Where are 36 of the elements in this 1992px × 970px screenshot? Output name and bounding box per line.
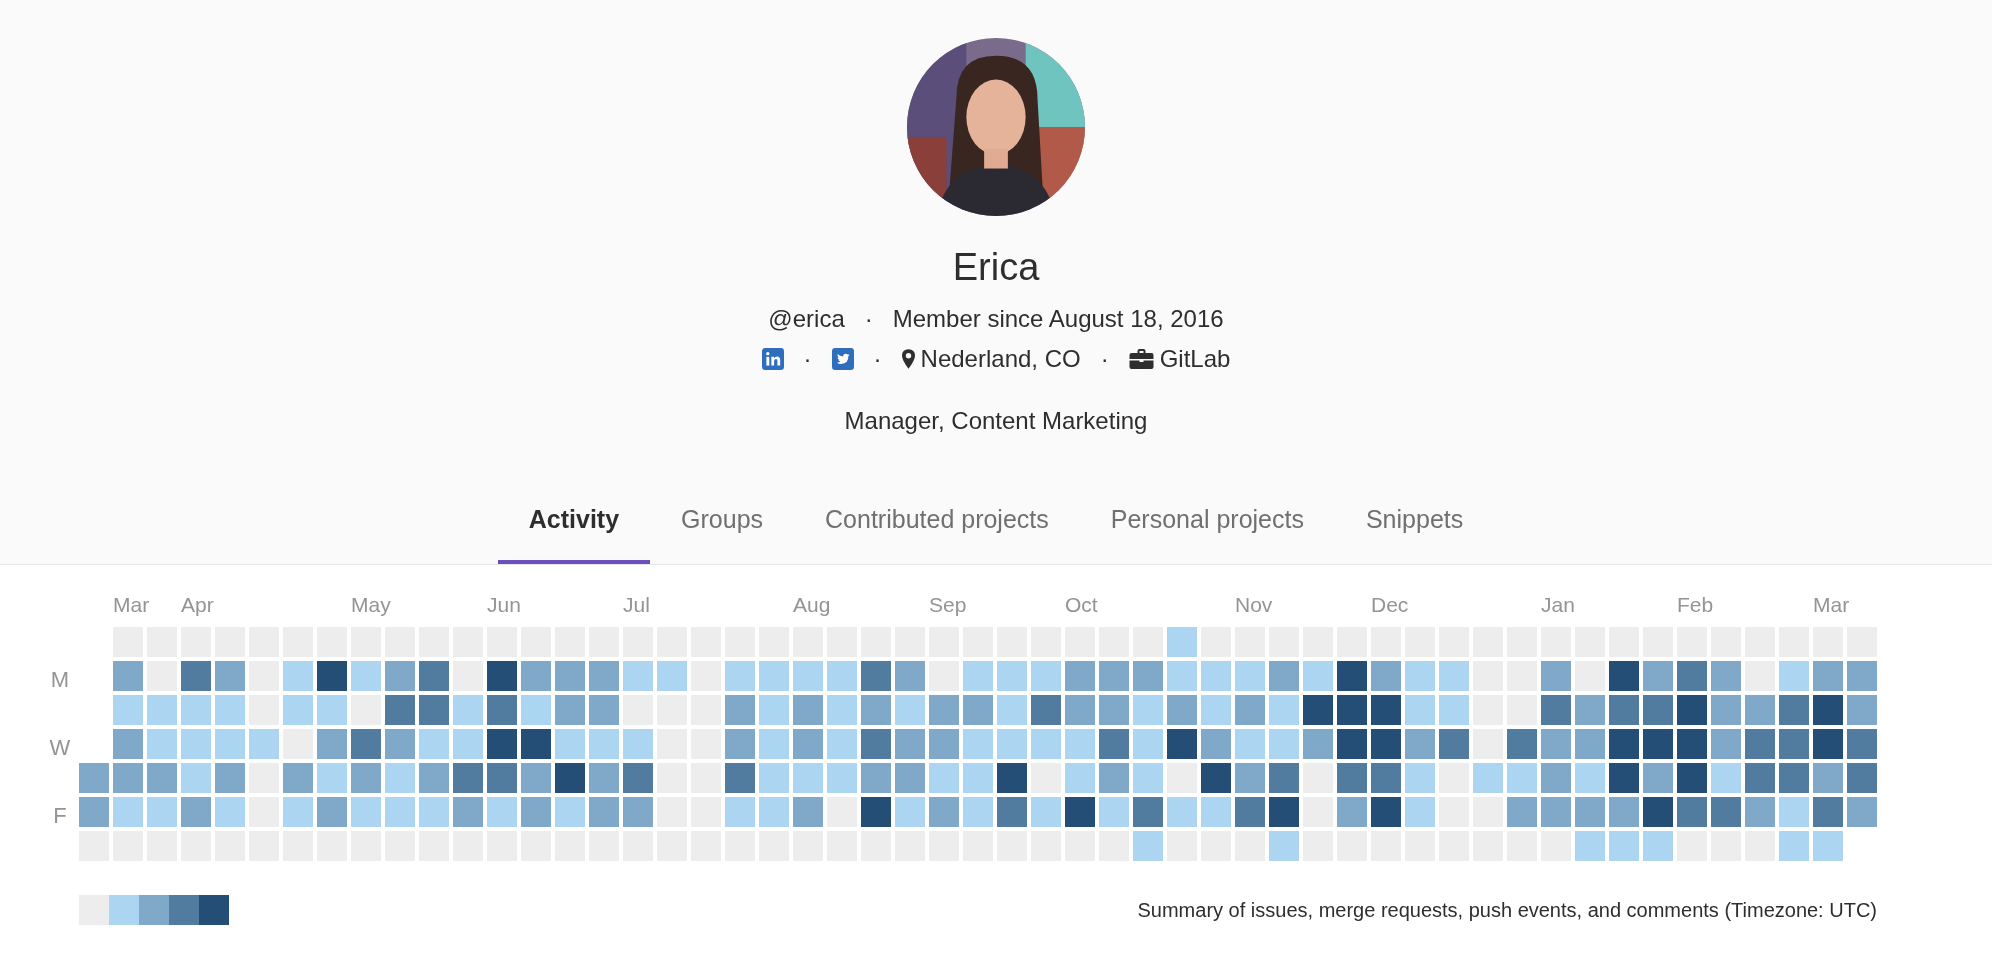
organization-text: GitLab xyxy=(1159,345,1231,373)
tab[interactable]: Groups xyxy=(650,487,795,564)
in-icon[interactable] xyxy=(761,348,784,370)
bird-icon[interactable] xyxy=(831,348,854,370)
tab[interactable]: Contributed projects xyxy=(794,487,1080,564)
weekday-label: W xyxy=(49,735,71,761)
separator-dot: · xyxy=(1100,345,1109,373)
month-label: Jun xyxy=(487,593,521,617)
map-pin-icon xyxy=(901,349,915,369)
username: @erica xyxy=(768,305,845,333)
month-label: Aug xyxy=(793,593,831,617)
separator-dot: · xyxy=(873,345,882,373)
month-label: Mar xyxy=(1813,593,1850,617)
month-label: Apr xyxy=(181,593,214,617)
month-label: May xyxy=(351,593,391,617)
month-label: Jul xyxy=(623,593,650,617)
job-title: Manager, Content Marketing xyxy=(844,407,1148,435)
month-label: Jan xyxy=(1541,593,1575,617)
location-text: Nederland, CO xyxy=(920,345,1081,373)
tab[interactable]: Snippets xyxy=(1334,487,1495,564)
separator-dot: · xyxy=(803,345,812,373)
calendar-summary: Summary of issues, merge requests, push events, and comments (Timezone: UTC) xyxy=(1137,898,1877,922)
month-label: Mar xyxy=(113,593,150,617)
month-label: Dec xyxy=(1371,593,1409,617)
user-name: Erica xyxy=(952,246,1040,289)
month-label: Oct xyxy=(1065,593,1098,617)
briefcase-icon xyxy=(1128,349,1154,369)
separator-dot: · xyxy=(864,305,873,333)
month-label: Feb xyxy=(1677,593,1714,617)
tab[interactable]: Personal projects xyxy=(1079,487,1335,564)
member-since: Member since August 18, 2016 xyxy=(892,305,1224,333)
month-label: Sep xyxy=(929,593,967,617)
weekday-label: M xyxy=(50,667,70,693)
weekday-label: F xyxy=(53,803,67,829)
tab[interactable]: Activity xyxy=(497,487,651,564)
month-label: Nov xyxy=(1235,593,1273,617)
